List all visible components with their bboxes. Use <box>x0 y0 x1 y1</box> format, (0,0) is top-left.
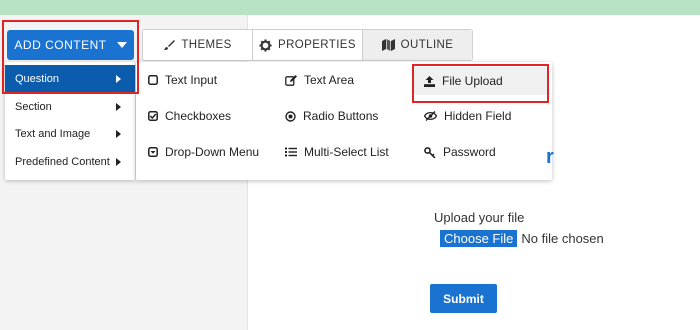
menu-item-label: Section <box>15 101 52 113</box>
question-type-hidden-field[interactable]: Hidden Field <box>424 102 544 130</box>
question-type-menu: Text Input Text Area File Upload Checkbo… <box>136 62 552 180</box>
question-type-label: Password <box>443 145 496 159</box>
question-type-label: Text Input <box>165 73 218 87</box>
tab-themes[interactable]: THEMES <box>143 30 253 60</box>
tab-properties[interactable]: PROPERTIES <box>253 30 363 60</box>
question-type-label: File Upload <box>442 74 503 88</box>
add-content-button[interactable]: ADD CONTENT <box>7 30 134 60</box>
tab-label: PROPERTIES <box>278 39 356 51</box>
map-icon <box>381 39 395 51</box>
caret-right-icon <box>116 75 121 83</box>
question-type-file-upload[interactable]: File Upload <box>414 67 547 95</box>
edit-icon <box>285 74 297 86</box>
question-type-text-area[interactable]: Text Area <box>285 66 405 94</box>
square-icon <box>148 75 158 85</box>
file-input: Choose File No file chosen <box>440 230 604 247</box>
menu-item-label: Question <box>15 73 60 85</box>
upload-icon <box>424 75 435 87</box>
tab-bar: THEMES PROPERTIES OUTLINE <box>142 29 473 61</box>
tab-label: OUTLINE <box>400 39 454 51</box>
question-type-label: Hidden Field <box>444 109 512 123</box>
choose-file-button[interactable]: Choose File <box>440 230 518 247</box>
form-heading: r <box>546 146 554 168</box>
brush-icon <box>164 40 176 50</box>
tab-outline[interactable]: OUTLINE <box>363 30 472 60</box>
question-type-label: Text Area <box>304 73 355 87</box>
dropdown-icon <box>148 147 158 157</box>
question-type-label: Drop-Down Menu <box>165 145 260 159</box>
chevron-down-icon <box>116 42 127 48</box>
eye-slash-icon <box>424 111 437 121</box>
top-bar <box>0 0 700 15</box>
menu-item-question[interactable]: Question <box>5 65 135 93</box>
radio-icon <box>285 110 296 122</box>
add-content-menu: Question Section Text and Image Predefin… <box>5 62 135 180</box>
add-content-label: ADD CONTENT <box>14 38 107 52</box>
caret-right-icon <box>116 130 121 138</box>
upload-label: Upload your file <box>434 210 525 225</box>
question-type-drop-down-menu[interactable]: Drop-Down Menu <box>148 138 273 166</box>
question-type-label: Checkboxes <box>165 109 232 123</box>
caret-right-icon <box>116 158 121 166</box>
menu-item-label: Predefined Content <box>15 156 110 168</box>
question-type-checkboxes[interactable]: Checkboxes <box>148 102 268 130</box>
caret-right-icon <box>116 103 121 111</box>
question-type-label: Radio Buttons <box>303 109 379 123</box>
submit-button[interactable]: Submit <box>430 284 497 313</box>
question-type-label: Multi-Select List <box>304 145 389 159</box>
checkbox-icon <box>148 111 158 121</box>
question-type-password[interactable]: Password <box>424 138 544 166</box>
key-icon <box>424 146 436 158</box>
list-icon <box>285 147 297 157</box>
menu-item-section[interactable]: Section <box>5 93 135 121</box>
menu-item-label: Text and Image <box>15 128 91 140</box>
no-file-text: No file chosen <box>521 231 604 246</box>
gear-icon <box>259 38 272 52</box>
question-type-multi-select-list[interactable]: Multi-Select List <box>285 138 410 166</box>
menu-item-text-and-image[interactable]: Text and Image <box>5 120 135 148</box>
menu-item-predefined-content[interactable]: Predefined Content <box>5 148 135 176</box>
tab-label: THEMES <box>181 39 232 51</box>
question-type-radio-buttons[interactable]: Radio Buttons <box>285 102 405 130</box>
question-type-text-input[interactable]: Text Input <box>148 66 268 94</box>
